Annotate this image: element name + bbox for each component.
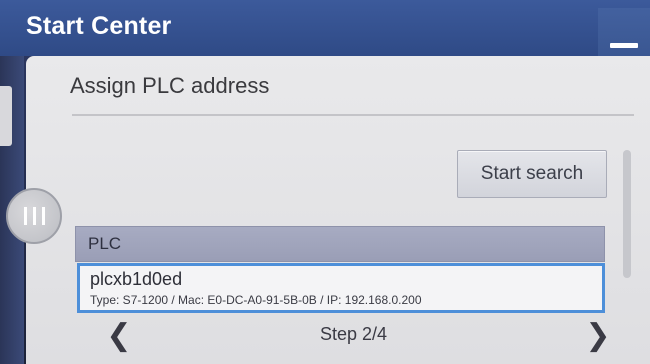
start-search-button[interactable]: Start search — [457, 150, 607, 198]
plc-details: Type: S7-1200 / Mac: E0-DC-A0-91-5B-0B /… — [90, 293, 422, 307]
plc-list-item[interactable]: plcxb1d0ed Type: S7-1200 / Mac: E0-DC-A0… — [77, 263, 605, 313]
title-bar: Start Center — [0, 0, 650, 56]
plc-name: plcxb1d0ed — [90, 269, 183, 289]
previous-step-button[interactable]: ❮ — [104, 318, 134, 354]
panel-title: Assign PLC address — [70, 73, 270, 98]
plc-list-header: PLC — [75, 226, 605, 262]
window-title: Start Center — [26, 12, 172, 40]
vertical-scrollbar[interactable] — [623, 150, 631, 278]
three-lines-icon — [24, 207, 27, 225]
three-lines-icon — [42, 207, 45, 225]
side-tab-handle[interactable] — [0, 86, 12, 146]
header-divider — [72, 114, 634, 116]
step-indicator: Step 2/4 — [320, 324, 388, 344]
three-lines-icon — [33, 207, 36, 225]
minimize-button[interactable] — [598, 8, 650, 56]
next-step-button[interactable]: ❯ — [583, 318, 613, 354]
minimize-icon — [610, 43, 638, 48]
column-header-plc: PLC — [88, 234, 122, 253]
menu-handle-button[interactable] — [6, 188, 62, 244]
